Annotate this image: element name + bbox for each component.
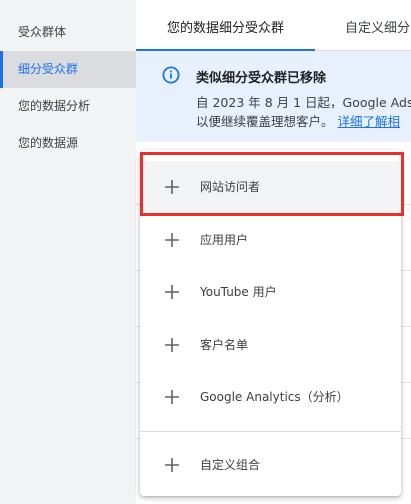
banner-line-2-text: 以便继续覆盖理想客户。 <box>196 114 334 129</box>
info-icon <box>162 66 180 84</box>
sidebar-item-audiences[interactable]: 受众群体 <box>0 14 136 51</box>
menu-item-label: 应用用户 <box>200 233 249 247</box>
plus-icon <box>165 458 179 472</box>
menu-item-website-visitors[interactable]: 网站访问者 <box>140 161 401 213</box>
menu-item-youtube-users[interactable]: YouTube 用户 <box>140 266 401 318</box>
sidebar: 受众群体 细分受众群 您的数据分析 您的数据源 <box>0 0 136 504</box>
sidebar-item-segments[interactable]: 细分受众群 <box>0 51 136 88</box>
menu-item-google-analytics[interactable]: Google Analytics（分析） <box>140 371 401 423</box>
menu-divider <box>140 431 401 432</box>
plus-icon <box>165 285 179 299</box>
menu-item-app-users[interactable]: 应用用户 <box>140 214 401 266</box>
plus-icon <box>165 338 179 352</box>
tab-your-data-segments[interactable]: 您的数据细分受众群 <box>136 0 315 51</box>
info-banner: 类似细分受众群已移除 自 2023 年 8 月 1 日起，Google Ads … <box>136 51 411 142</box>
menu-item-customer-list[interactable]: 客户名单 <box>140 319 401 371</box>
banner-title: 类似细分受众群已移除 <box>196 71 327 86</box>
banner-line-2: 以便继续覆盖理想客户。 详细了解相 <box>196 112 411 131</box>
menu-item-label: Google Analytics（分析） <box>200 390 349 404</box>
menu-item-label: 网站访问者 <box>200 180 261 194</box>
menu-item-label: 自定义组合 <box>200 458 261 472</box>
plus-icon <box>165 180 179 194</box>
sidebar-item-data-sources[interactable]: 您的数据源 <box>0 125 136 162</box>
menu-item-label: YouTube 用户 <box>200 285 277 299</box>
banner-text: 自 2023 年 8 月 1 日起，Google Ads 以便继续覆盖理想客户。… <box>196 93 411 131</box>
plus-icon <box>165 233 179 247</box>
menu-item-label: 客户名单 <box>200 338 249 352</box>
banner-line-1: 自 2023 年 8 月 1 日起，Google Ads <box>196 95 411 110</box>
menu-item-custom-combination[interactable]: 自定义组合 <box>140 439 401 491</box>
add-segment-menu: 网站访问者 应用用户 YouTube 用户 客户名单 Google Analyt… <box>140 150 401 496</box>
plus-icon <box>165 390 179 404</box>
tab-bar: 您的数据细分受众群 自定义细分 <box>136 0 411 51</box>
sidebar-item-data-analysis[interactable]: 您的数据分析 <box>0 88 136 125</box>
learn-more-link[interactable]: 详细了解相 <box>338 114 401 129</box>
tab-custom-segments[interactable]: 自定义细分 <box>345 0 410 50</box>
